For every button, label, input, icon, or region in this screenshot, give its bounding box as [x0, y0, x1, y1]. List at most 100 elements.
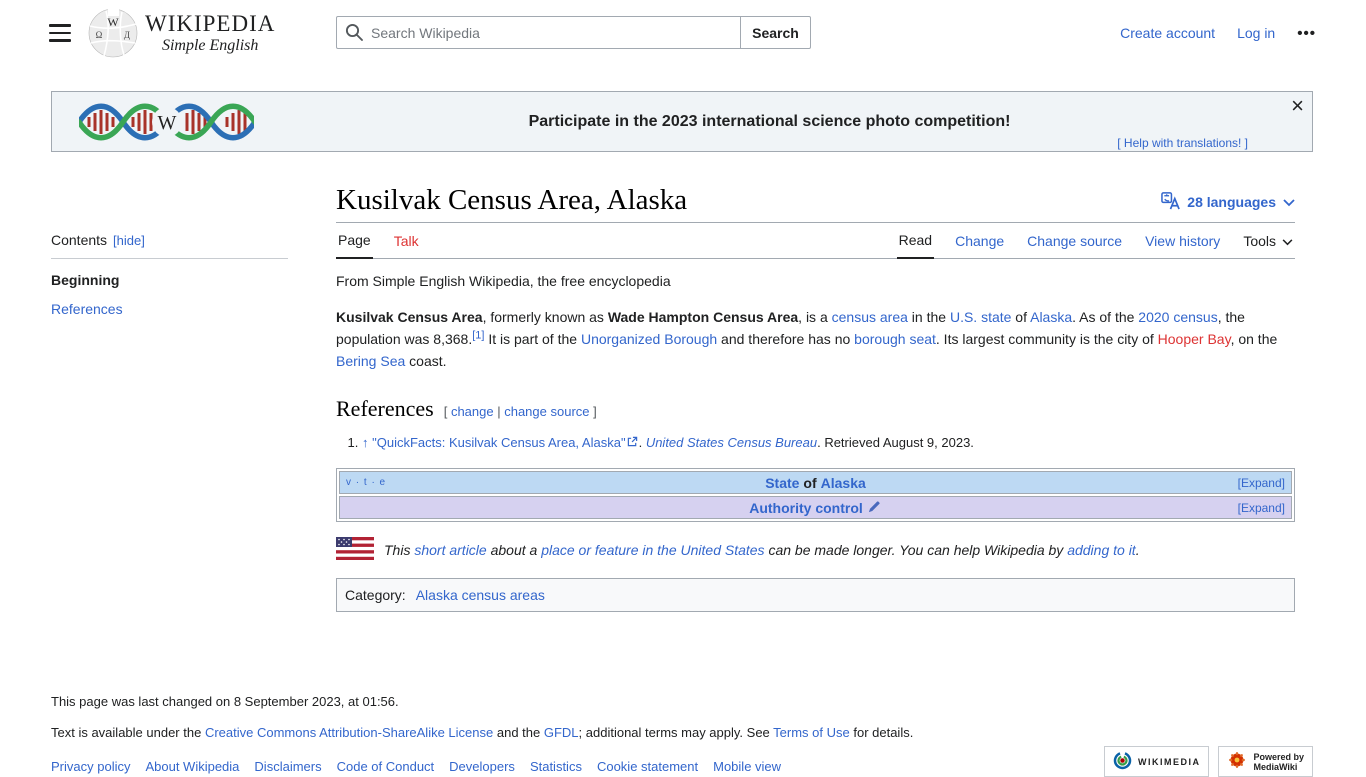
wikipedia-globe-icon: W Ω Д: [88, 5, 138, 61]
link[interactable]: change: [451, 404, 494, 419]
link[interactable]: ↑: [362, 435, 372, 450]
user-links: Create account Log in •••: [1120, 0, 1316, 66]
link[interactable]: census area: [832, 309, 908, 325]
tools-menu-button[interactable]: Tools: [1241, 223, 1295, 258]
link[interactable]: borough seat: [854, 331, 936, 347]
link[interactable]: GFDL: [544, 725, 579, 740]
tab-read[interactable]: Read: [896, 223, 935, 259]
text-segment: in the: [907, 309, 950, 325]
help-with-translations-link[interactable]: [ Help with translations! ]: [1117, 136, 1248, 150]
site-notice-banner: W Participate in the 2023 international …: [51, 91, 1313, 152]
navbox-title: State of Alaska: [765, 475, 866, 491]
search-input[interactable]: [336, 16, 741, 49]
footer-link[interactable]: Statistics: [530, 759, 582, 774]
main-menu-button[interactable]: [49, 24, 71, 42]
footer-link[interactable]: Disclaimers: [254, 759, 321, 774]
references-list: ↑ "QuickFacts: Kusilvak Census Area, Ala…: [336, 433, 1295, 452]
logo-wordmark: WIKIPEDIA: [145, 11, 276, 36]
wikipedia-page: { "colors": { "link": "#3366cc", "red_li…: [0, 0, 1366, 777]
text-segment: .: [638, 435, 646, 450]
logo-tagline: Simple English: [161, 37, 259, 54]
link[interactable]: United States Census Bureau: [646, 435, 817, 450]
languages-button[interactable]: 28 languages: [1161, 191, 1295, 213]
text-segment: and the: [493, 725, 544, 740]
search-bar: Search: [336, 16, 811, 49]
pencil-icon: [867, 500, 882, 516]
wikimedia-badge-label: WIKIMEDIA: [1137, 756, 1201, 767]
log-in-link[interactable]: Log in: [1237, 25, 1275, 41]
link[interactable]: "QuickFacts: Kusilvak Census Area, Alask…: [372, 435, 625, 450]
us-flag-icon: [336, 537, 374, 563]
text-segment: coast.: [405, 353, 447, 369]
link[interactable]: short article: [414, 542, 486, 558]
text-segment: of: [803, 474, 817, 491]
link[interactable]: 2020 census: [1138, 309, 1217, 325]
sidebar-item-references[interactable]: References: [51, 301, 123, 317]
tab-view-history[interactable]: View history: [1143, 223, 1222, 258]
link[interactable]: State: [765, 475, 799, 491]
link[interactable]: Bering Sea: [336, 353, 405, 369]
expand-link[interactable]: [Expand]: [1238, 476, 1285, 490]
link[interactable]: Creative Commons Attribution-ShareAlike …: [205, 725, 493, 740]
wikimedia-logo-icon: [1113, 750, 1132, 773]
mediawiki-badge-line1: Powered by: [1253, 751, 1304, 762]
link[interactable]: [1]: [472, 329, 484, 341]
languages-label: 28 languages: [1187, 194, 1276, 210]
lead-paragraph: Kusilvak Census Area, formerly known as …: [336, 306, 1281, 372]
category-label: Category:: [345, 587, 406, 603]
create-account-link[interactable]: Create account: [1120, 25, 1215, 41]
text-segment: Kusilvak Census Area: [336, 309, 483, 325]
text-segment: . Retrieved August 9, 2023.: [817, 435, 974, 450]
category-link[interactable]: Alaska census areas: [416, 587, 545, 603]
license-text: Text is available under the Creative Com…: [51, 725, 1313, 740]
text-segment: , is a: [798, 309, 832, 325]
mediawiki-logo-icon: [1227, 750, 1247, 773]
link[interactable]: Alaska: [1030, 309, 1072, 325]
stub-text: This short article about a place or feat…: [384, 542, 1140, 558]
text-segment: of: [1011, 309, 1031, 325]
tab-change-source[interactable]: Change source: [1025, 223, 1124, 258]
tab-talk[interactable]: Talk: [392, 223, 421, 258]
last-changed-text: This page was last changed on 8 Septembe…: [51, 694, 399, 709]
text-segment: This: [384, 542, 415, 558]
vte-links[interactable]: v · t · e: [346, 477, 386, 488]
sidebar-item-beginning[interactable]: Beginning: [51, 272, 288, 288]
link[interactable]: adding to it: [1067, 542, 1136, 558]
link[interactable]: Authority control: [749, 500, 863, 516]
toc-hide-link[interactable]: [hide]: [113, 233, 145, 248]
link[interactable]: U.S. state: [950, 309, 1011, 325]
mediawiki-badge[interactable]: Powered by MediaWiki: [1218, 746, 1313, 777]
references-heading: References: [336, 396, 434, 421]
link[interactable]: Alaska: [821, 475, 866, 491]
text-segment: It is part of the: [484, 331, 581, 347]
wikipedia-logo[interactable]: W Ω Д WIKIPEDIA Simple English: [88, 5, 275, 61]
wikimedia-badge[interactable]: WIKIMEDIA: [1103, 746, 1210, 777]
footer-link[interactable]: Developers: [449, 759, 515, 774]
article-tabs: Page Talk Read Change Change source View…: [336, 223, 1295, 259]
footer-link[interactable]: Mobile view: [713, 759, 781, 774]
footer-link[interactable]: Privacy policy: [51, 759, 130, 774]
text-segment: can be made longer. You can help Wikiped…: [764, 542, 1068, 558]
tab-change[interactable]: Change: [953, 223, 1006, 258]
footer-badges: WIKIMEDIA Powered by MediaWiki: [1103, 746, 1313, 777]
close-icon[interactable]: ×: [1291, 92, 1304, 120]
ellipsis-menu-button[interactable]: •••: [1297, 25, 1316, 42]
text-segment: for details.: [849, 725, 914, 740]
expand-link[interactable]: [Expand]: [1238, 501, 1285, 515]
footer-link[interactable]: About Wikipedia: [145, 759, 239, 774]
text-segment: . Its largest community is the city of: [935, 331, 1158, 347]
footer-link[interactable]: Code of Conduct: [337, 759, 435, 774]
link[interactable]: place or feature in the United States: [541, 542, 764, 558]
tab-page[interactable]: Page: [336, 223, 373, 259]
contents-heading: Contents: [51, 232, 108, 248]
text-segment: .: [1135, 542, 1140, 558]
red-link[interactable]: Hooper Bay: [1158, 331, 1231, 347]
text-segment: , formerly known as: [482, 309, 608, 325]
footer-link[interactable]: Cookie statement: [597, 759, 698, 774]
link[interactable]: Terms of Use: [773, 725, 850, 740]
link[interactable]: change source: [504, 404, 589, 419]
text-segment: ; additional terms may apply. See: [578, 725, 774, 740]
search-button[interactable]: Search: [740, 16, 811, 49]
translate-icon: [1161, 191, 1181, 213]
link[interactable]: Unorganized Borough: [581, 331, 717, 347]
